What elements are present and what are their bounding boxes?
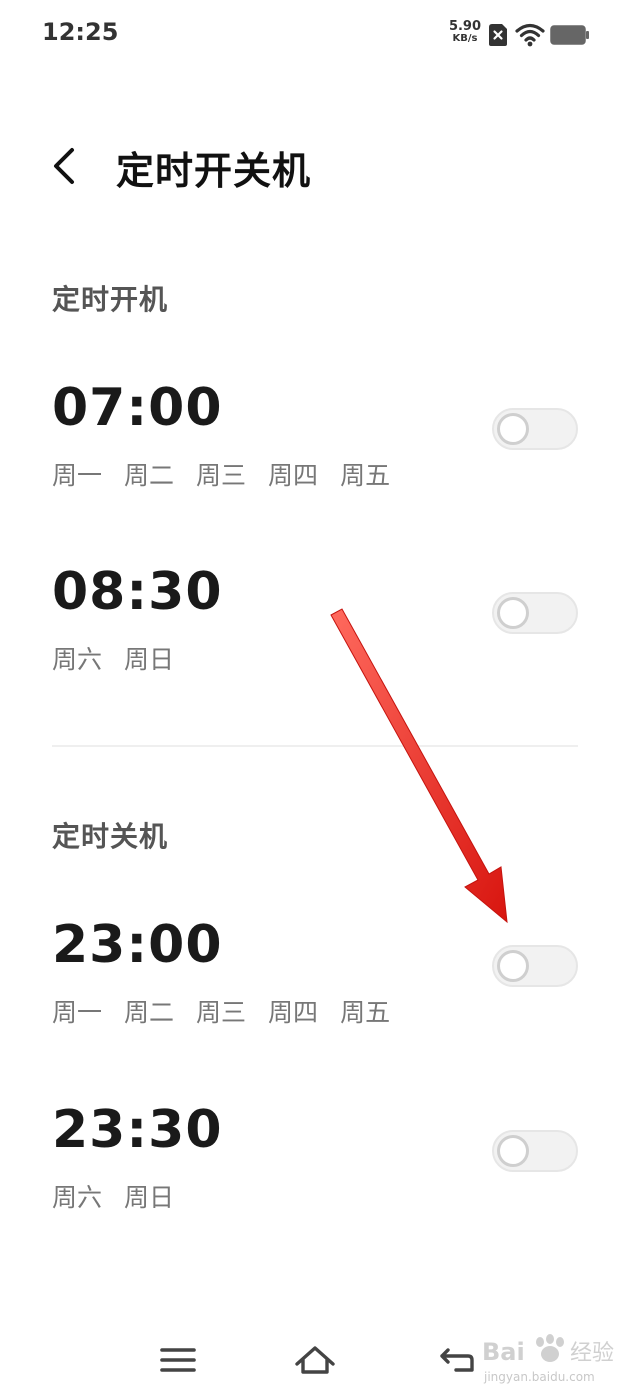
back-button[interactable] bbox=[44, 144, 84, 188]
day-label: 周日 bbox=[124, 645, 175, 674]
network-speed-value: 5.90 bbox=[448, 19, 482, 34]
day-label: 周四 bbox=[268, 998, 319, 1027]
power-off-schedule-2300[interactable]: 23:00 周一 周二 周三 周四 周五 bbox=[0, 915, 630, 1065]
network-speed: 5.90 KB/s bbox=[446, 20, 484, 44]
watermark-url: jingyan.baidu.com bbox=[484, 1370, 595, 1384]
status-bar: 12:25 5.90 KB/s bbox=[0, 0, 630, 70]
schedule-time: 23:00 bbox=[52, 915, 223, 975]
chevron-left-icon bbox=[54, 148, 74, 184]
power-on-schedule-0700[interactable]: 07:00 周一 周二 周三 周四 周五 bbox=[0, 378, 630, 528]
power-off-section-title: 定时关机 bbox=[52, 820, 169, 853]
power-on-schedule-0830[interactable]: 08:30 周六 周日 bbox=[0, 562, 630, 712]
svg-text:经验: 经验 bbox=[570, 1341, 614, 1366]
battery-icon bbox=[550, 25, 589, 45]
day-label: 周五 bbox=[340, 998, 391, 1027]
day-label: 周三 bbox=[196, 998, 247, 1027]
day-label: 周二 bbox=[124, 461, 175, 490]
toggle-knob bbox=[497, 1135, 529, 1167]
day-label: 周三 bbox=[196, 461, 247, 490]
section-divider bbox=[52, 745, 578, 747]
header: 定时开关机 bbox=[0, 120, 630, 210]
day-label: 周一 bbox=[52, 998, 103, 1027]
schedule-time: 08:30 bbox=[52, 562, 223, 622]
back-nav-icon[interactable] bbox=[436, 1340, 480, 1380]
schedule-time: 07:00 bbox=[52, 378, 223, 438]
day-label: 周日 bbox=[124, 1183, 175, 1212]
power-off-toggle-2300[interactable] bbox=[492, 945, 578, 987]
day-label: 周一 bbox=[52, 461, 103, 490]
power-on-toggle-0830[interactable] bbox=[492, 592, 578, 634]
day-label: 周四 bbox=[268, 461, 319, 490]
power-off-toggle-2330[interactable] bbox=[492, 1130, 578, 1172]
wifi-icon bbox=[515, 23, 545, 47]
page-title: 定时开关机 bbox=[116, 149, 312, 193]
power-on-toggle-0700[interactable] bbox=[492, 408, 578, 450]
schedule-days: 周一 周二 周三 周四 周五 bbox=[52, 456, 412, 492]
network-speed-unit: KB/s bbox=[452, 33, 478, 44]
power-on-section-title: 定时开机 bbox=[52, 283, 169, 316]
sim-x-icon bbox=[489, 24, 507, 46]
schedule-days: 周六 周日 bbox=[52, 640, 196, 676]
status-time: 12:25 bbox=[42, 18, 119, 46]
day-label: 周六 bbox=[52, 1183, 103, 1212]
toggle-knob bbox=[497, 413, 529, 445]
day-label: 周六 bbox=[52, 645, 103, 674]
schedule-days: 周六 周日 bbox=[52, 1178, 196, 1214]
schedule-days: 周一 周二 周三 周四 周五 bbox=[52, 993, 412, 1029]
home-icon[interactable] bbox=[293, 1340, 337, 1380]
power-off-schedule-2330[interactable]: 23:30 周六 周日 bbox=[0, 1100, 630, 1250]
toggle-knob bbox=[497, 950, 529, 982]
schedule-time: 23:30 bbox=[52, 1100, 223, 1160]
day-label: 周五 bbox=[340, 461, 391, 490]
day-label: 周二 bbox=[124, 998, 175, 1027]
toggle-knob bbox=[497, 597, 529, 629]
svg-text:Bai: Bai bbox=[482, 1338, 525, 1366]
menu-icon[interactable] bbox=[156, 1340, 200, 1380]
